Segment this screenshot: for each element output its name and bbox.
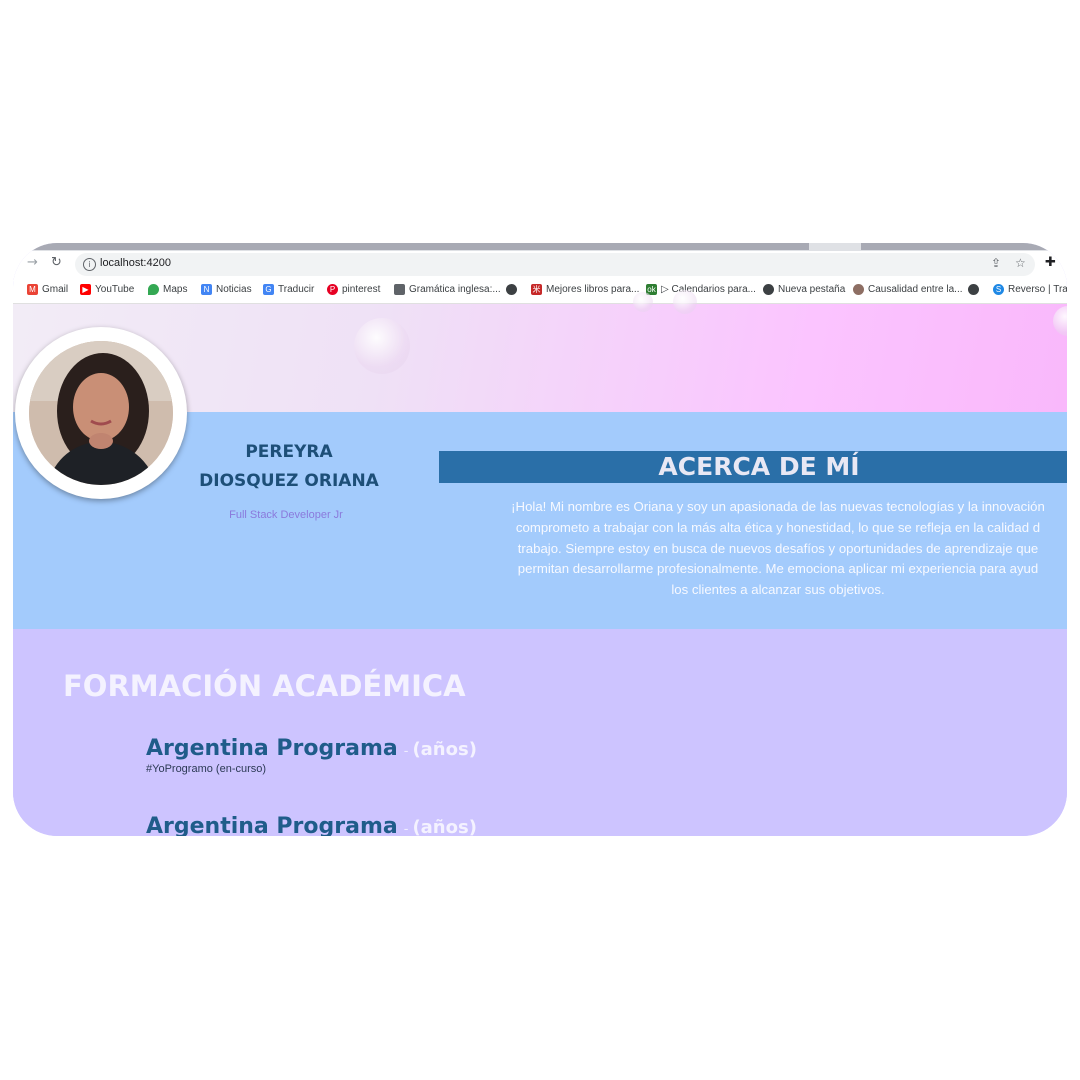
bookmark-globe-2[interactable] — [968, 284, 979, 295]
education-years: (años) — [412, 739, 477, 760]
reverso-icon: S — [993, 284, 1004, 295]
globe-icon — [968, 284, 979, 295]
url-text[interactable]: localhost:4200 — [100, 257, 171, 269]
page-icon — [853, 284, 864, 295]
bookmark-noticias[interactable]: N Noticias — [201, 284, 252, 295]
education-item: Argentina Programa - (años) — [146, 814, 477, 836]
education-section: FORMACIÓN ACADÉMICA Argentina Programa -(… — [13, 629, 1067, 836]
bubble-decoration — [354, 318, 410, 374]
pinterest-icon: P — [327, 284, 338, 295]
profile-name: PEREYRA DIOSQUEZ ORIANA — [193, 438, 385, 496]
about-text: ¡Hola! Mi nombre es Oriana y soy un apas… — [460, 497, 1067, 601]
bookmark-nueva-pestana[interactable]: Nueva pestaña — [763, 284, 845, 295]
globe-icon — [763, 284, 774, 295]
about-line: ¡Hola! Mi nombre es Oriana y soy un apas… — [511, 499, 1045, 514]
education-institution: Argentina Programa — [146, 814, 398, 836]
translate-icon: G — [263, 284, 274, 295]
bubble-decoration — [633, 292, 653, 312]
profile-first-name: DIOSQUEZ ORIANA — [199, 471, 379, 491]
profile-role: Full Stack Developer Jr — [229, 509, 343, 521]
about-title: ACERCA DE MÍ — [439, 451, 1067, 483]
globe-icon — [506, 284, 517, 295]
profile-last-name: PEREYRA — [245, 442, 333, 462]
gmail-icon: M — [27, 284, 38, 295]
reload-icon[interactable]: ↻ — [51, 255, 62, 270]
share-icon[interactable]: ⇪ — [991, 256, 1001, 270]
avatar — [15, 327, 187, 499]
bookmark-youtube[interactable]: ▶ YouTube — [80, 284, 134, 295]
book-icon: 米 — [531, 284, 542, 295]
bubble-decoration — [673, 290, 697, 314]
bubble-decoration — [1053, 306, 1067, 336]
bookmark-globe-1[interactable] — [506, 284, 517, 295]
maps-icon — [148, 284, 159, 295]
education-separator: - — [403, 822, 409, 836]
bookmark-gramatica[interactable]: Gramática inglesa:... — [394, 284, 501, 295]
education-title: FORMACIÓN ACADÉMICA — [63, 669, 466, 703]
browser-toolbar: → ↻ i localhost:4200 ⇪ ☆ ✚ — [13, 251, 1067, 278]
bookmark-calendarios[interactable]: ok ▷ Calendarios para... — [646, 284, 756, 295]
browser-window: → ↻ i localhost:4200 ⇪ ☆ ✚ M Gmail ▶ YouTu… — [13, 243, 1067, 836]
education-separator: - — [403, 744, 409, 759]
inactive-tab[interactable] — [861, 243, 1067, 250]
bookmark-pinterest[interactable]: Ppinterest — [327, 284, 380, 295]
education-description: #YoProgramo (en-curso) — [146, 763, 267, 775]
site-info-icon[interactable]: i — [83, 258, 96, 271]
about-line: trabajo. Siempre estoy en busca de nuevo… — [517, 540, 1039, 556]
bookmark-maps[interactable]: Maps — [148, 284, 187, 295]
profile-photo-illustration — [29, 341, 173, 485]
bookmark-reverso[interactable]: S Reverso | Trad — [993, 284, 1067, 295]
about-line: permitan desarrollarme profesionalmente.… — [517, 561, 1039, 577]
bookmark-mejores-libros[interactable]: 米 Mejores libros para... — [531, 284, 639, 295]
forward-icon[interactable]: → — [27, 255, 38, 270]
active-tab[interactable] — [13, 243, 809, 250]
education-item: Argentina Programa - (años) #YoProgramo (e… — [146, 736, 477, 775]
education-years: (años) — [412, 817, 477, 836]
youtube-icon: ▶ — [80, 284, 91, 295]
bookmark-causalidad[interactable]: Causalidad entre la... — [853, 284, 963, 295]
about-line: comprometo a trabajar con la más alta ét… — [515, 519, 1041, 535]
bookmarks-bar: M Gmail ▶ YouTube Maps N Noticias G Traducir… — [13, 278, 1067, 304]
news-icon: N — [201, 284, 212, 295]
about-line: los clientes a alcanzar sus objetivos. — [671, 582, 885, 598]
bookmark-gmail[interactable]: M Gmail — [27, 284, 68, 295]
bookmark-traducir[interactable]: G Traducir — [263, 284, 314, 295]
profile-photo — [29, 341, 173, 485]
extensions-icon[interactable]: ✚ — [1045, 255, 1056, 270]
bookmark-star-icon[interactable]: ☆ — [1015, 256, 1026, 270]
education-institution: Argentina Programa — [146, 736, 398, 761]
page-icon — [394, 284, 405, 295]
tab-strip[interactable] — [13, 243, 1067, 251]
address-bar[interactable]: i localhost:4200 ⇪ ☆ — [75, 253, 1035, 276]
